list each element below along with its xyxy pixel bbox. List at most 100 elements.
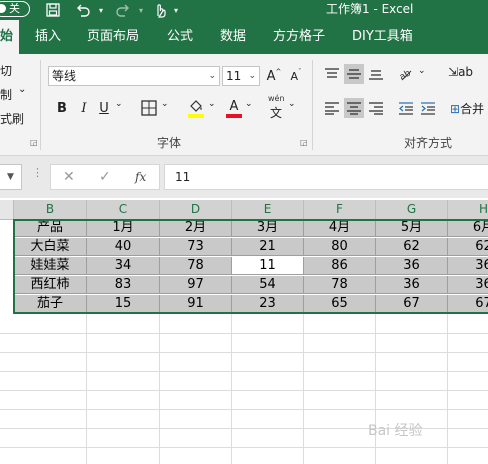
tab-home[interactable]: 始 bbox=[0, 20, 20, 54]
align-right-button[interactable] bbox=[366, 98, 386, 118]
customize-qat-icon[interactable]: ▾ bbox=[171, 1, 181, 19]
redo-dropdown-icon[interactable]: ▾ bbox=[136, 1, 146, 19]
cell-e1[interactable]: 3月 bbox=[232, 219, 304, 237]
save-icon[interactable] bbox=[42, 1, 64, 19]
cell-f4[interactable]: 78 bbox=[304, 276, 376, 294]
cell-b2[interactable]: 大白菜 bbox=[14, 238, 87, 256]
phonetic-guide-button[interactable]: wén bbox=[268, 94, 285, 103]
fill-color-button[interactable] bbox=[186, 96, 206, 116]
gridline bbox=[159, 313, 160, 464]
cell-g3[interactable]: 36 bbox=[376, 257, 448, 275]
phonetic-dropdown-icon[interactable]: ⌄ bbox=[288, 99, 296, 109]
cell-b3[interactable]: 娃娃菜 bbox=[14, 257, 87, 275]
tab-data[interactable]: 数据 bbox=[220, 20, 246, 54]
autosave-toggle[interactable]: 关 bbox=[0, 1, 30, 17]
cell-f3[interactable]: 86 bbox=[304, 257, 376, 275]
font-color-dropdown-icon[interactable]: ⌄ bbox=[245, 99, 253, 109]
touch-mode-icon[interactable] bbox=[150, 1, 170, 19]
grow-font-icon: A bbox=[266, 68, 276, 84]
cell-f5[interactable]: 65 bbox=[304, 295, 376, 313]
align-bottom-button[interactable] bbox=[366, 64, 386, 84]
align-left-button[interactable] bbox=[322, 98, 342, 118]
underline-button[interactable]: U bbox=[94, 98, 114, 118]
cell-b5[interactable]: 茄子 bbox=[14, 295, 87, 313]
font-launcher-icon[interactable]: ◲ bbox=[300, 138, 308, 147]
formula-bar-grip-icon[interactable]: ⋮ bbox=[32, 166, 43, 179]
cell-g1[interactable]: 5月 bbox=[376, 219, 448, 237]
undo-dropdown-icon[interactable]: ▾ bbox=[96, 1, 106, 19]
cell-b4[interactable]: 西红柿 bbox=[14, 276, 87, 294]
cell-h5[interactable]: 67 bbox=[448, 295, 488, 313]
cell-c5[interactable]: 15 bbox=[87, 295, 160, 313]
italic-button[interactable]: I bbox=[74, 98, 94, 118]
undo-icon[interactable] bbox=[72, 1, 94, 19]
cell-e5[interactable]: 23 bbox=[232, 295, 304, 313]
column-header-b[interactable]: B bbox=[14, 200, 87, 219]
name-box-dropdown[interactable]: ▼ bbox=[0, 164, 22, 190]
align-top-button[interactable] bbox=[322, 64, 342, 84]
cell-d2[interactable]: 73 bbox=[160, 238, 232, 256]
select-all-corner[interactable] bbox=[0, 200, 14, 219]
cell-d3[interactable]: 78 bbox=[160, 257, 232, 275]
orientation-dropdown-icon[interactable]: ⌄ bbox=[418, 66, 426, 76]
format-painter-button[interactable]: 式刷 bbox=[0, 110, 24, 127]
tab-insert[interactable]: 插入 bbox=[35, 20, 61, 54]
font-name-box[interactable]: 等线 ⌄ bbox=[48, 66, 220, 86]
cell-f1[interactable]: 4月 bbox=[304, 219, 376, 237]
cell-d4[interactable]: 97 bbox=[160, 276, 232, 294]
grow-font-button[interactable]: A ^ bbox=[264, 66, 284, 86]
font-size-box[interactable]: 11 ⌄ bbox=[222, 66, 260, 86]
bold-button[interactable]: B bbox=[52, 98, 72, 118]
formula-input[interactable]: 11 bbox=[164, 164, 488, 190]
cancel-icon[interactable]: ✕ bbox=[63, 169, 75, 185]
column-header-d[interactable]: D bbox=[160, 200, 232, 219]
shrink-font-button[interactable]: Aˇ bbox=[286, 66, 306, 86]
cell-d1[interactable]: 2月 bbox=[160, 219, 232, 237]
copy-button[interactable]: 制 bbox=[0, 86, 12, 103]
column-header-h[interactable]: H bbox=[448, 200, 488, 219]
column-header-e[interactable]: E bbox=[232, 200, 304, 219]
increase-indent-button[interactable] bbox=[418, 98, 438, 118]
tab-fangfang[interactable]: 方方格子 bbox=[273, 20, 325, 54]
tab-page-layout[interactable]: 页面布局 bbox=[87, 20, 139, 54]
merge-center-button[interactable]: ⊞合并 bbox=[450, 100, 484, 117]
cell-e3-active[interactable]: 11 bbox=[232, 257, 304, 275]
align-middle-button[interactable] bbox=[344, 64, 364, 84]
tab-diy-toolbox[interactable]: DIY工具箱 bbox=[352, 20, 413, 54]
fill-color-dropdown-icon[interactable]: ⌄ bbox=[208, 99, 216, 109]
cell-e4[interactable]: 54 bbox=[232, 276, 304, 294]
cell-d5[interactable]: 91 bbox=[160, 295, 232, 313]
cell-c3[interactable]: 34 bbox=[87, 257, 160, 275]
column-header-f[interactable]: F bbox=[304, 200, 376, 219]
cell-h3[interactable]: 36 bbox=[448, 257, 488, 275]
cell-h2[interactable]: 62 bbox=[448, 238, 488, 256]
cell-h1[interactable]: 6月 bbox=[448, 219, 488, 237]
borders-button[interactable] bbox=[139, 98, 159, 118]
cut-button[interactable]: 切 bbox=[0, 62, 12, 79]
cell-g4[interactable]: 36 bbox=[376, 276, 448, 294]
cell-g2[interactable]: 62 bbox=[376, 238, 448, 256]
cell-e2[interactable]: 21 bbox=[232, 238, 304, 256]
column-header-g[interactable]: G bbox=[376, 200, 448, 219]
cell-c2[interactable]: 40 bbox=[87, 238, 160, 256]
cell-b1[interactable]: 产品 bbox=[14, 219, 87, 237]
enter-icon[interactable]: ✓ bbox=[99, 169, 111, 185]
decrease-indent-button[interactable] bbox=[396, 98, 416, 118]
column-header-c[interactable]: C bbox=[87, 200, 160, 219]
tab-formulas[interactable]: 公式 bbox=[167, 20, 193, 54]
insert-function-button[interactable]: fx bbox=[135, 170, 146, 184]
align-center-button[interactable] bbox=[344, 98, 364, 118]
cell-h4[interactable]: 36 bbox=[448, 276, 488, 294]
copy-dropdown-icon[interactable]: ⌄ bbox=[18, 84, 26, 95]
cell-g5[interactable]: 67 bbox=[376, 295, 448, 313]
font-color-button[interactable]: A bbox=[224, 96, 244, 116]
cell-c4[interactable]: 83 bbox=[87, 276, 160, 294]
cell-c1[interactable]: 1月 bbox=[87, 219, 160, 237]
underline-dropdown-icon[interactable]: ⌄ bbox=[115, 99, 123, 109]
clipboard-launcher-icon[interactable]: ◲ bbox=[30, 138, 38, 147]
orientation-button[interactable]: ab bbox=[396, 64, 416, 84]
wrap-text-button[interactable]: ⇲ab bbox=[448, 65, 473, 79]
redo-icon[interactable] bbox=[112, 1, 134, 19]
borders-dropdown-icon[interactable]: ⌄ bbox=[161, 99, 169, 109]
cell-f2[interactable]: 80 bbox=[304, 238, 376, 256]
